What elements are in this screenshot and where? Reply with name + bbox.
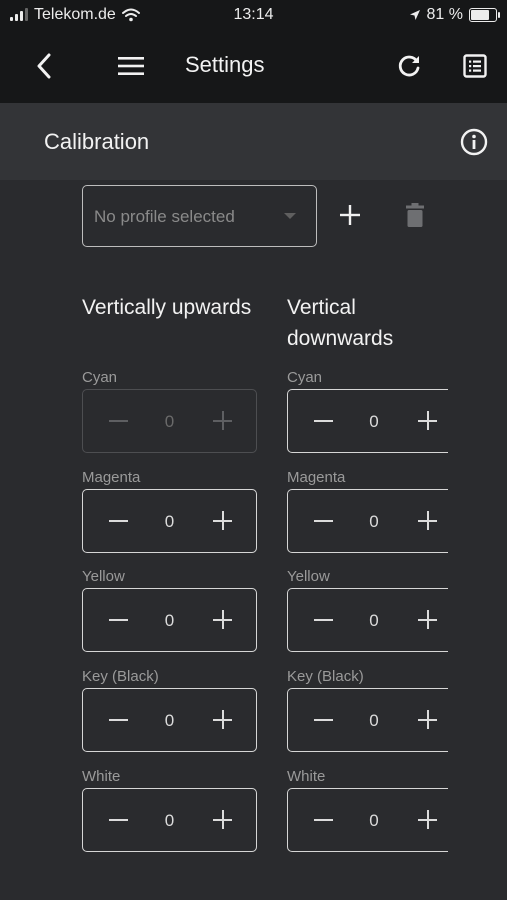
- left-stepper: 0: [82, 788, 257, 852]
- status-bar: Telekom.de 13:14 81 %: [0, 0, 507, 30]
- right-field-label: White: [287, 768, 326, 785]
- stepper-value: 0: [369, 811, 379, 830]
- plus-icon[interactable]: [426, 810, 429, 829]
- profile-dropdown[interactable]: No profile selected: [82, 185, 317, 247]
- left-stepper: 0: [82, 389, 257, 453]
- status-right: 81 %: [409, 6, 500, 24]
- left-field-label: Magenta: [82, 469, 141, 486]
- list-document-icon: [463, 54, 487, 78]
- stepper-value: 0: [164, 412, 175, 431]
- trash-icon: [406, 203, 424, 227]
- delete-profile-button[interactable]: [398, 198, 432, 232]
- left-stepper: 0: [82, 688, 257, 752]
- right-stepper: 0: [287, 588, 448, 652]
- left-stepper: 0: [82, 489, 257, 553]
- right-stepper: 0: [287, 389, 448, 453]
- section-title: Calibration: [44, 129, 150, 154]
- left-field-label: Yellow: [82, 568, 125, 585]
- plus-icon[interactable]: [221, 810, 224, 829]
- right-field-label: Key (Black): [287, 668, 364, 685]
- dropdown-caret-icon: [284, 213, 296, 219]
- right-heading-line2: downwards: [287, 327, 394, 350]
- battery-level: [471, 10, 489, 20]
- add-profile-button[interactable]: [333, 198, 367, 232]
- refresh-icon: [398, 55, 420, 77]
- plus-icon: [340, 205, 360, 225]
- battery-icon: [469, 8, 500, 22]
- back-chevron-icon: [37, 53, 51, 79]
- right-stepper: 0: [287, 788, 448, 852]
- plus-icon[interactable]: [221, 710, 224, 729]
- stepper-value: 0: [369, 711, 379, 730]
- stepper-value: 0: [369, 412, 379, 431]
- location-arrow-icon: [409, 10, 420, 20]
- info-icon: [460, 128, 488, 156]
- plus-icon[interactable]: [426, 511, 429, 530]
- app-bar: Settings: [0, 30, 507, 103]
- right-field-label: Yellow: [287, 568, 330, 585]
- right-field-label: Cyan: [287, 369, 323, 386]
- stepper-value: 0: [164, 611, 175, 630]
- back-button[interactable]: [26, 48, 62, 84]
- right-field-label: Magenta: [287, 469, 346, 486]
- right-stepper: 0: [287, 489, 448, 553]
- stepper-value: 0: [164, 711, 175, 730]
- left-field-label: Key (Black): [82, 668, 159, 685]
- section-header: Calibration: [0, 103, 507, 180]
- stepper-value: 0: [369, 611, 379, 630]
- plus-icon[interactable]: [221, 511, 224, 530]
- plus-icon: [221, 411, 224, 430]
- plus-icon[interactable]: [426, 411, 429, 430]
- right-heading-line1: Vertical: [287, 296, 356, 319]
- refresh-button[interactable]: [390, 48, 428, 84]
- page-title: Settings: [185, 52, 265, 77]
- report-button[interactable]: [456, 48, 494, 84]
- right-column-heading: Vertical downwards: [287, 292, 393, 354]
- battery-percent: 81 %: [426, 6, 463, 23]
- hamburger-menu-icon: [118, 57, 144, 75]
- left-stepper: 0: [82, 588, 257, 652]
- info-button[interactable]: [458, 126, 490, 158]
- left-field-label: White: [82, 768, 121, 785]
- plus-icon[interactable]: [426, 610, 429, 629]
- profile-placeholder: No profile selected: [94, 207, 235, 226]
- menu-button[interactable]: [112, 48, 150, 84]
- plus-icon[interactable]: [221, 610, 224, 629]
- plus-icon[interactable]: [426, 710, 429, 729]
- left-field-label: Cyan: [82, 369, 118, 386]
- right-stepper: 0: [287, 688, 448, 752]
- left-column-heading: Vertically upwards: [82, 296, 252, 319]
- stepper-value: 0: [164, 811, 175, 830]
- stepper-value: 0: [369, 512, 379, 531]
- stepper-value: 0: [164, 512, 175, 531]
